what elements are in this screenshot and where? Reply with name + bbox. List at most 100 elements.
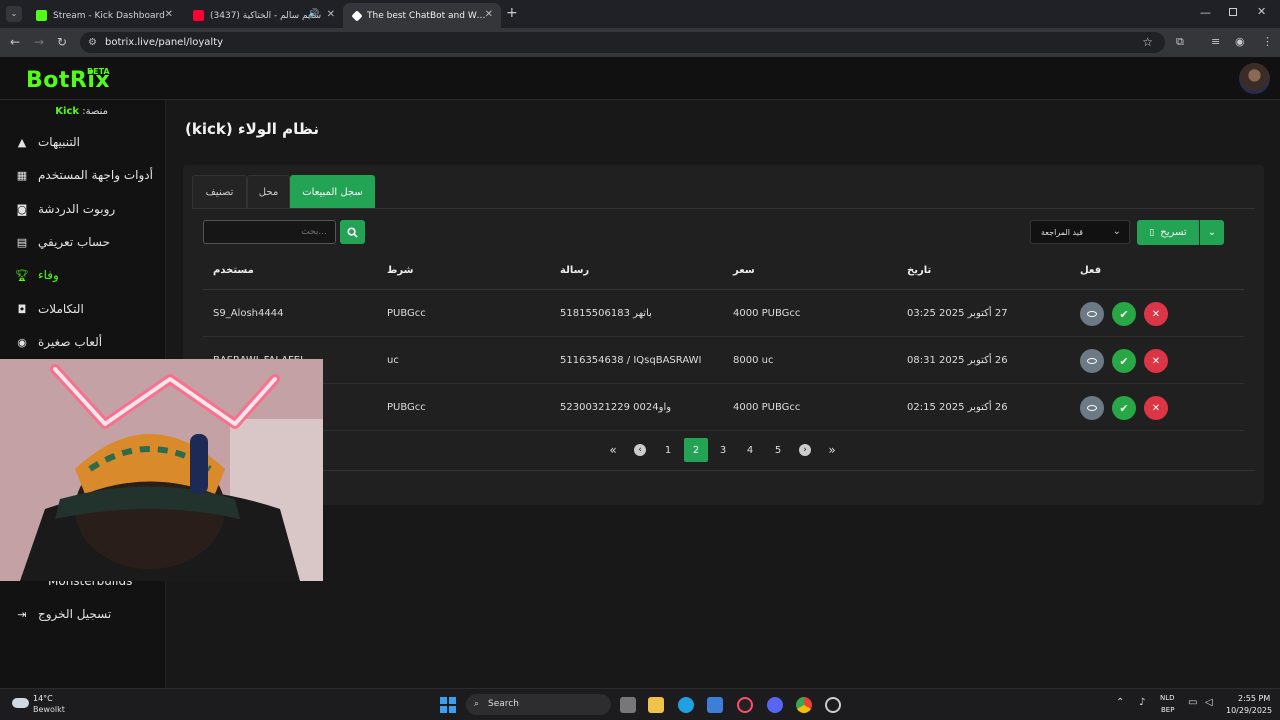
search-icon: ⌕ [474,699,480,709]
platform-indicator: منصة: Kick [55,106,108,117]
weather-cloud-icon[interactable] [12,698,29,708]
file-explorer-icon[interactable] [648,697,664,713]
sidebar-item-widgets[interactable]: ▦ أدوات واجهة المستخدم [14,164,164,186]
start-windows-icon[interactable] [440,697,456,713]
reject-button[interactable]: ✕ [1144,302,1168,326]
obs-app-icon[interactable] [737,697,753,713]
sidebar-item-logout[interactable]: ⇥ تسجيل الخروج [14,603,164,625]
address-bar[interactable]: ⚙ botrix.live/panel/loyalty ☆ [80,32,1165,53]
close-window-icon[interactable]: ✕ [1257,5,1266,18]
tab-sales-log[interactable]: سجل المبيعات [290,175,375,208]
column-header-user: مستخدم [213,265,254,276]
tab-ranking[interactable]: تصنيف [192,175,247,208]
reading-list-icon[interactable]: ≡ [1211,35,1220,48]
microphone-icon[interactable]: ♪ [1139,697,1145,708]
view-button[interactable] [1080,396,1104,420]
restore-window-icon[interactable] [1229,8,1237,16]
search-button[interactable] [340,220,365,244]
cell-item: PUBGcc [387,402,426,413]
cell-date: 27 أكتوبر 2025 03:25 [907,308,1008,319]
store-icon[interactable] [707,697,723,713]
close-tab-icon[interactable]: ✕ [485,9,493,20]
page-button[interactable]: 4 [738,438,762,462]
webcam-feed-image [0,359,323,581]
sidebar-item-chatbot[interactable]: ◙ روبوت الدردشة [14,198,164,220]
widgets-icon: ▦ [16,168,28,182]
column-header-date: تاريخ [907,265,932,276]
export-dropdown-button[interactable]: ⌄ [1200,220,1224,245]
chevron-up-icon[interactable]: ⌃ [1116,697,1124,708]
kick-favicon-icon [36,10,47,21]
cell-user: S9_Alosh4444 [213,308,284,319]
taskbar-search[interactable]: ⌕ Search [466,694,611,715]
last-page-button[interactable]: » [820,438,844,462]
column-header-message: رسالة [560,265,590,276]
extensions-icon[interactable]: ⧉ [1176,35,1184,49]
input-language[interactable]: NLD [1160,694,1175,702]
tab-list-button[interactable]: ⌄ [6,6,22,22]
sidebar-item-profile[interactable]: ▤ حساب تعريفي [14,231,164,253]
status-filter-select[interactable]: قيد المراجعة ⌄ [1030,220,1130,244]
bookmark-star-icon[interactable]: ☆ [1142,32,1153,53]
check-icon: ✔ [1119,307,1129,321]
page-title: نظام الولاء (kick) [185,120,320,138]
next-page-button[interactable]: › [793,438,817,462]
search-icon [347,226,358,238]
clock-time[interactable]: 2:55 PM [1238,694,1270,703]
first-page-button[interactable]: « [601,438,625,462]
browser-tab-youtube[interactable]: (3437) سليم سالم - الختاكية 🔊 ✕ [183,3,343,28]
reject-button[interactable]: ✕ [1144,396,1168,420]
profile-icon[interactable]: ◉ [1235,35,1245,48]
site-info-icon[interactable]: ⚙ [88,32,97,53]
table-row: BASRAWI_FALAFEL uc 5116354638 / IQsqBASR… [203,337,1244,384]
table-header: مستخدم شرط رسالة سعر تاريخ فعل [203,251,1244,290]
keyboard-layout[interactable]: BEP [1161,706,1174,714]
volume-icon[interactable]: ◁ [1205,697,1213,708]
edge-browser-icon[interactable] [678,697,694,713]
app-icon[interactable] [825,697,841,713]
page-button[interactable]: 1 [656,438,680,462]
view-button[interactable] [1080,302,1104,326]
reload-icon[interactable]: ↻ [57,35,67,49]
close-tab-icon[interactable]: ✕ [327,9,335,20]
tab-shop[interactable]: محل [247,175,290,208]
prev-page-button[interactable]: ‹ [628,438,652,462]
forward-icon[interactable]: → [34,35,44,49]
weather-description[interactable]: Bewolkt [33,705,65,714]
browser-menu-icon[interactable]: ⋮ [1262,35,1273,48]
reject-button[interactable]: ✕ [1144,349,1168,373]
clock-date[interactable]: 10/29/2025 [1226,706,1272,715]
user-avatar[interactable] [1239,63,1270,94]
network-icon[interactable]: ▭ [1188,697,1197,708]
trophy-icon: 🏆︎ [15,268,29,282]
chevron-left-icon: ‹ [634,444,646,456]
approve-button[interactable]: ✔ [1112,396,1136,420]
chrome-icon[interactable] [796,697,812,713]
approve-button[interactable]: ✔ [1112,302,1136,326]
audio-playing-icon[interactable]: 🔊 [308,9,319,19]
view-button[interactable] [1080,349,1104,373]
export-button[interactable]: ▯ تسريح [1137,220,1199,245]
sidebar-item-loyalty[interactable]: 🏆︎ وفاء [14,264,164,286]
page-button[interactable]: 5 [766,438,790,462]
sidebar-item-alerts[interactable]: ▲ التنبيهات [14,131,164,153]
page-button[interactable]: 3 [711,438,735,462]
minimize-window-icon[interactable]: — [1200,6,1211,19]
close-tab-icon[interactable]: ✕ [165,9,173,20]
search-input[interactable] [203,220,336,244]
page-button-current[interactable]: 2 [684,438,708,462]
sidebar-item-minigames[interactable]: ◉ ألعاب صغيرة [14,331,164,353]
discord-icon[interactable] [767,697,783,713]
new-tab-button[interactable]: + [506,5,518,21]
id-card-icon: ▤ [16,235,28,249]
weather-temperature[interactable]: 14°C [33,694,53,703]
sidebar-item-integrations[interactable]: ◘ التكاملات [14,298,164,320]
windows-taskbar: 14°C Bewolkt ⌕ Search ⌃ ♪ NLD BEP ▭ ◁ 2:… [0,688,1280,720]
back-icon[interactable]: ← [10,35,20,49]
browser-tab-kick[interactable]: Stream - Kick Dashboard ✕ [26,3,181,28]
browser-tab-botrix[interactable]: The best ChatBot and Widgets ✕ [343,3,501,28]
task-view-icon[interactable] [620,697,636,713]
approve-button[interactable]: ✔ [1112,349,1136,373]
tab-divider [192,208,1255,209]
cell-message: 52300321229 0024واو [560,402,672,413]
